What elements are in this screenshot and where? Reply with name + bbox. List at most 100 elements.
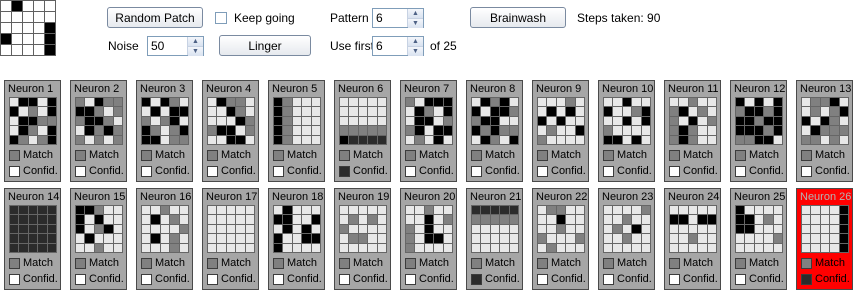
weight-cell [538, 224, 547, 234]
neuron-card[interactable]: Neuron 2 Match Confid. [70, 80, 127, 182]
neuron-card[interactable]: Neuron 11 Match Confid. [664, 80, 721, 182]
pattern-stepper[interactable]: 6 ▲ ▼ [372, 8, 424, 28]
use-first-stepper[interactable]: 6 ▲ ▼ [372, 36, 424, 56]
pattern-value[interactable]: 6 [373, 9, 407, 27]
weight-cell [754, 243, 764, 252]
weight-cell [670, 116, 679, 126]
weight-cell [19, 107, 28, 116]
weight-cell [179, 98, 188, 107]
neuron-card[interactable]: Neuron 14 Match Confid. [4, 188, 61, 290]
neuron-card[interactable]: Neuron 18 Match Confid. [268, 188, 325, 290]
weight-cell [104, 234, 113, 243]
neuron-card[interactable]: Neuron 1 Match Confid. [4, 80, 61, 182]
weight-cell [566, 243, 575, 252]
neuron-card[interactable]: Neuron 21 Match Confid. [466, 188, 523, 290]
weight-cell [773, 215, 782, 224]
weight-cell [745, 206, 754, 215]
neuron-weights-grid [207, 97, 255, 145]
neuron-card[interactable]: Neuron 19 Match Confid. [334, 188, 391, 290]
chevron-down-icon[interactable]: ▼ [408, 46, 423, 56]
weight-cell [839, 224, 848, 234]
weight-cell [76, 224, 85, 234]
weight-cell [830, 126, 839, 135]
weight-cell [217, 224, 226, 234]
match-indicator [141, 150, 152, 161]
weight-cell [47, 107, 56, 116]
neuron-weights-grid [801, 205, 849, 253]
weight-cell [613, 215, 622, 224]
neuron-card[interactable]: Neuron 9 Match Confid. [532, 80, 589, 182]
weight-cell [547, 126, 556, 135]
weight-cell [179, 135, 188, 144]
weight-cell [575, 98, 584, 107]
weight-cell [142, 116, 151, 126]
weight-cell [632, 126, 641, 135]
confid-label: Confid. [485, 273, 520, 285]
weight-cell [688, 206, 698, 215]
neuron-card[interactable]: Neuron 13 Match Confid. [796, 80, 853, 182]
weight-cell [179, 243, 188, 252]
neuron-card[interactable]: Neuron 12 Match Confid. [730, 80, 787, 182]
weight-cell [556, 234, 566, 243]
weight-cell [340, 135, 349, 144]
weight-cell [556, 206, 566, 215]
noise-stepper[interactable]: 50 ▲ ▼ [147, 36, 204, 56]
chevron-up-icon[interactable]: ▲ [188, 37, 203, 46]
match-label: Match [749, 257, 779, 269]
weight-cell [773, 126, 782, 135]
neuron-card[interactable]: Neuron 5 Match Confid. [268, 80, 325, 182]
neuron-card[interactable]: Neuron 6 Match Confid. [334, 80, 391, 182]
weight-cell [142, 234, 151, 243]
weight-cell [85, 243, 94, 252]
chevron-down-icon[interactable]: ▼ [188, 46, 203, 56]
neuron-card[interactable]: Neuron 3 Match Confid. [136, 80, 193, 182]
pattern-cell [45, 45, 55, 55]
match-label: Match [287, 149, 317, 161]
weight-cell [604, 107, 613, 116]
random-patch-button[interactable]: Random Patch [107, 7, 203, 28]
weight-cell [76, 206, 85, 215]
weight-cell [208, 107, 217, 116]
neuron-card[interactable]: Neuron 23 Match Confid. [598, 188, 655, 290]
weight-cell [47, 126, 56, 135]
neuron-card[interactable]: Neuron 24 Match Confid. [664, 188, 721, 290]
weight-cell [236, 234, 245, 243]
weight-cell [283, 243, 292, 252]
weight-cell [302, 98, 311, 107]
neuron-card[interactable]: Neuron 20 Match Confid. [400, 188, 457, 290]
weight-cell [820, 107, 830, 116]
pattern-cell [34, 34, 44, 44]
brainwash-button[interactable]: Brainwash [470, 7, 566, 28]
neuron-card[interactable]: Neuron 22 Match Confid. [532, 188, 589, 290]
weight-cell [179, 215, 188, 224]
noise-value[interactable]: 50 [148, 37, 187, 55]
neuron-card[interactable]: Neuron 26 Match Confid. [796, 188, 853, 290]
neuron-card[interactable]: Neuron 7 Match Confid. [400, 80, 457, 182]
chevron-down-icon[interactable]: ▼ [408, 18, 423, 28]
neuron-card[interactable]: Neuron 10 Match Confid. [598, 80, 655, 182]
weight-cell [613, 234, 622, 243]
linger-button[interactable]: Linger [219, 35, 311, 56]
weight-cell [179, 234, 188, 243]
keep-going-checkbox[interactable] [215, 12, 227, 24]
neuron-card[interactable]: Neuron 8 Match Confid. [466, 80, 523, 182]
neuron-name: Neuron 3 [140, 83, 186, 95]
pattern-cell [23, 12, 33, 22]
weight-cell [236, 224, 245, 234]
chevron-up-icon[interactable]: ▲ [408, 37, 423, 46]
weight-cell [547, 206, 556, 215]
neuron-card[interactable]: Neuron 25 Match Confid. [730, 188, 787, 290]
confid-label: Confid. [749, 273, 784, 285]
weight-cell [764, 126, 773, 135]
weight-cell [236, 126, 245, 135]
pattern-cell [1, 12, 11, 22]
chevron-up-icon[interactable]: ▲ [408, 9, 423, 18]
neuron-card[interactable]: Neuron 4 Match Confid. [202, 80, 259, 182]
neuron-card[interactable]: Neuron 17 Match Confid. [202, 188, 259, 290]
neuron-card[interactable]: Neuron 16 Match Confid. [136, 188, 193, 290]
neuron-card[interactable]: Neuron 15 Match Confid. [70, 188, 127, 290]
of-total-text: of 25 [430, 39, 457, 53]
weight-cell [566, 98, 575, 107]
use-first-value[interactable]: 6 [373, 37, 407, 55]
neuron-name: Neuron 17 [206, 191, 258, 203]
